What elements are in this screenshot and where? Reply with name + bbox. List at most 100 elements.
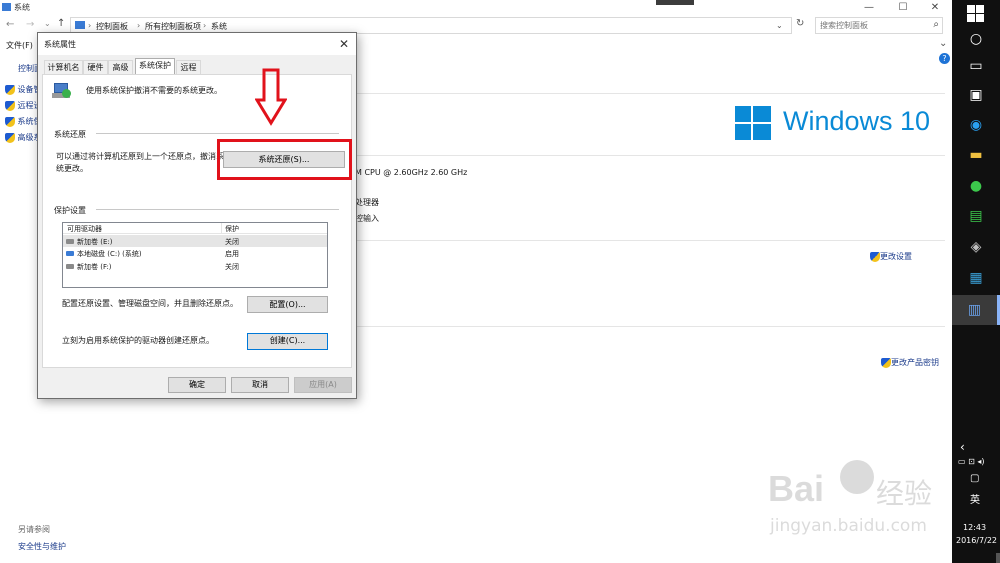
intro-text: 使用系统保护撤消不需要的系统更改。 bbox=[86, 86, 222, 95]
iqiyi-icon[interactable]: ▤ bbox=[962, 203, 990, 229]
section-divider bbox=[355, 240, 945, 241]
tab-system-protection[interactable]: 系统保护 bbox=[135, 58, 175, 75]
change-settings-link[interactable]: 更改设置 bbox=[870, 251, 912, 262]
search-input[interactable] bbox=[816, 18, 926, 33]
shield-icon bbox=[5, 116, 15, 127]
drives-list[interactable]: 可用驱动器 保护 新加卷 (E:) 关闭 本地磁盘 (C:) (系统) 启用 新… bbox=[62, 222, 328, 288]
pen-touch: 控输入 bbox=[355, 214, 379, 223]
column-header-protection[interactable]: 保护 bbox=[225, 224, 239, 234]
tab-computer-name[interactable]: 计算机名 bbox=[44, 60, 83, 74]
show-hidden-icons-chevron[interactable]: ‹ bbox=[960, 440, 965, 454]
drive-name: 新加卷 (F:) bbox=[77, 263, 112, 271]
tab-panel bbox=[42, 74, 352, 368]
window-title: 系统 bbox=[14, 3, 30, 12]
dialog-title: 系统属性 bbox=[44, 40, 76, 49]
remote-desktop-icon[interactable]: ▦ bbox=[962, 265, 990, 291]
highlight-box bbox=[217, 139, 352, 180]
shield-icon bbox=[5, 84, 15, 95]
list-header: 可用驱动器 保护 bbox=[63, 223, 327, 234]
store-icon[interactable]: ▣ bbox=[962, 82, 990, 108]
watermark-logo-jingyan: 经验 bbox=[876, 477, 933, 510]
watermark-url: jingyan.baidu.com bbox=[770, 516, 927, 536]
tab-hardware[interactable]: 硬件 bbox=[83, 60, 108, 74]
create-button[interactable]: 创建(C)... bbox=[247, 333, 328, 350]
table-row[interactable]: 本地磁盘 (C:) (系统) 启用 bbox=[63, 247, 327, 259]
system-protection-icon bbox=[52, 81, 72, 101]
minimize-button[interactable]: — bbox=[852, 0, 886, 16]
shield-icon bbox=[5, 132, 15, 143]
refresh-icon[interactable]: ↻ bbox=[796, 18, 804, 29]
search-box[interactable]: ⌕ bbox=[815, 17, 943, 34]
tab-advanced[interactable]: 高级 bbox=[108, 60, 133, 74]
help-icon[interactable]: ? bbox=[939, 53, 950, 64]
drive-status: 启用 bbox=[225, 250, 239, 258]
drag-indicator bbox=[656, 0, 694, 5]
breadcrumb-sep-icon: › bbox=[137, 21, 141, 30]
drive-name: 新加卷 (E:) bbox=[77, 238, 113, 246]
collapse-chevron-icon[interactable]: ⌄ bbox=[939, 38, 947, 49]
column-header-drive[interactable]: 可用驱动器 bbox=[67, 224, 102, 234]
back-arrow-icon[interactable]: ← bbox=[6, 19, 14, 30]
tab-remote[interactable]: 远程 bbox=[176, 60, 201, 74]
taskbar: ○ ▭ ▣ ◉ ▬ ● ▤ ◈ ▦ ▥ ‹ ▭ ⊡ ◂) ▢ 英 12:43 2… bbox=[952, 0, 1000, 563]
paw-icon bbox=[840, 460, 874, 494]
address-dropdown-icon[interactable]: ⌄ bbox=[776, 21, 783, 30]
dialog-titlebar: 系统属性 ✕ bbox=[38, 33, 356, 55]
configure-button[interactable]: 配置(O)... bbox=[247, 296, 328, 313]
drive-status: 关闭 bbox=[225, 263, 239, 271]
notification-icon[interactable]: ▢ bbox=[970, 473, 979, 484]
breadcrumb-sep-icon: › bbox=[88, 21, 92, 30]
system-properties-dialog: 系统属性 ✕ 计算机名 硬件 高级 系统保护 远程 使用系统保护撤消不需要的系统… bbox=[37, 32, 357, 399]
protection-group-label: 保护设置 bbox=[54, 206, 86, 215]
configure-description: 配置还原设置、管理磁盘空间，并且删除还原点。 bbox=[62, 299, 238, 308]
task-view-icon[interactable]: ▭ bbox=[962, 53, 990, 79]
system-window-taskbar-icon[interactable]: ▥ bbox=[952, 295, 1000, 325]
section-divider bbox=[355, 326, 945, 327]
ime-indicator[interactable]: 英 bbox=[970, 491, 980, 506]
forward-arrow-icon[interactable]: → bbox=[26, 19, 34, 30]
section-divider bbox=[355, 93, 945, 94]
apply-button[interactable]: 应用(A) bbox=[294, 377, 352, 393]
close-window-button[interactable]: ✕ bbox=[918, 0, 952, 16]
section-divider bbox=[355, 155, 945, 156]
system-type: 处理器 bbox=[355, 198, 379, 207]
security-maintenance-link[interactable]: 安全性与维护 bbox=[18, 541, 66, 552]
watermark-logo: Bai bbox=[768, 468, 825, 509]
breadcrumb-all-items[interactable]: 所有控制面板项 bbox=[145, 21, 201, 32]
paint-icon[interactable]: ◈ bbox=[962, 234, 990, 260]
file-explorer-icon[interactable]: ▬ bbox=[962, 142, 990, 168]
up-arrow-icon[interactable]: ↑ bbox=[57, 18, 65, 29]
create-description: 立刻为启用系统保护的驱动器创建还原点。 bbox=[62, 336, 214, 345]
show-desktop-button[interactable] bbox=[996, 553, 1000, 563]
table-row[interactable]: 新加卷 (F:) 关闭 bbox=[63, 260, 327, 272]
clock-time[interactable]: 12:43 bbox=[963, 523, 986, 532]
change-product-key-link[interactable]: 更改产品密钥 bbox=[881, 357, 939, 368]
cortana-icon[interactable]: ○ bbox=[962, 26, 990, 52]
breadcrumb-control-panel[interactable]: 控制面板 bbox=[96, 21, 128, 32]
shield-icon bbox=[5, 100, 15, 111]
browser-icon[interactable]: ◉ bbox=[962, 112, 990, 138]
breadcrumb-system[interactable]: 系统 bbox=[211, 21, 227, 32]
drive-name: 本地磁盘 (C:) (系统) bbox=[77, 250, 142, 258]
start-icon[interactable] bbox=[967, 5, 985, 22]
group-divider bbox=[96, 209, 339, 210]
maximize-button[interactable]: ☐ bbox=[886, 0, 920, 16]
window-titlebar: 系统 — ☐ ✕ bbox=[0, 0, 952, 16]
drive-icon bbox=[66, 239, 74, 244]
drive-icon bbox=[66, 264, 74, 269]
restore-description-cont: 统更改。 bbox=[56, 164, 88, 173]
search-icon[interactable]: ⌕ bbox=[933, 19, 939, 30]
menu-file[interactable]: 文件(F) bbox=[6, 40, 33, 51]
ok-button[interactable]: 确定 bbox=[168, 377, 226, 393]
tray-icons[interactable]: ▭ ⊡ ◂) bbox=[958, 457, 984, 466]
system-drive-icon bbox=[66, 251, 74, 256]
dialog-close-icon[interactable]: ✕ bbox=[336, 36, 352, 52]
history-chevron-icon[interactable]: ⌄ bbox=[44, 19, 51, 28]
clock-date[interactable]: 2016/7/22 bbox=[956, 536, 997, 545]
360-browser-icon[interactable]: ● bbox=[962, 173, 990, 199]
system-icon bbox=[2, 3, 11, 11]
table-row[interactable]: 新加卷 (E:) 关闭 bbox=[63, 235, 327, 247]
change-key-label: 更改产品密钥 bbox=[891, 358, 939, 367]
windows-logo-icon bbox=[735, 106, 771, 140]
cancel-button[interactable]: 取消 bbox=[231, 377, 289, 393]
